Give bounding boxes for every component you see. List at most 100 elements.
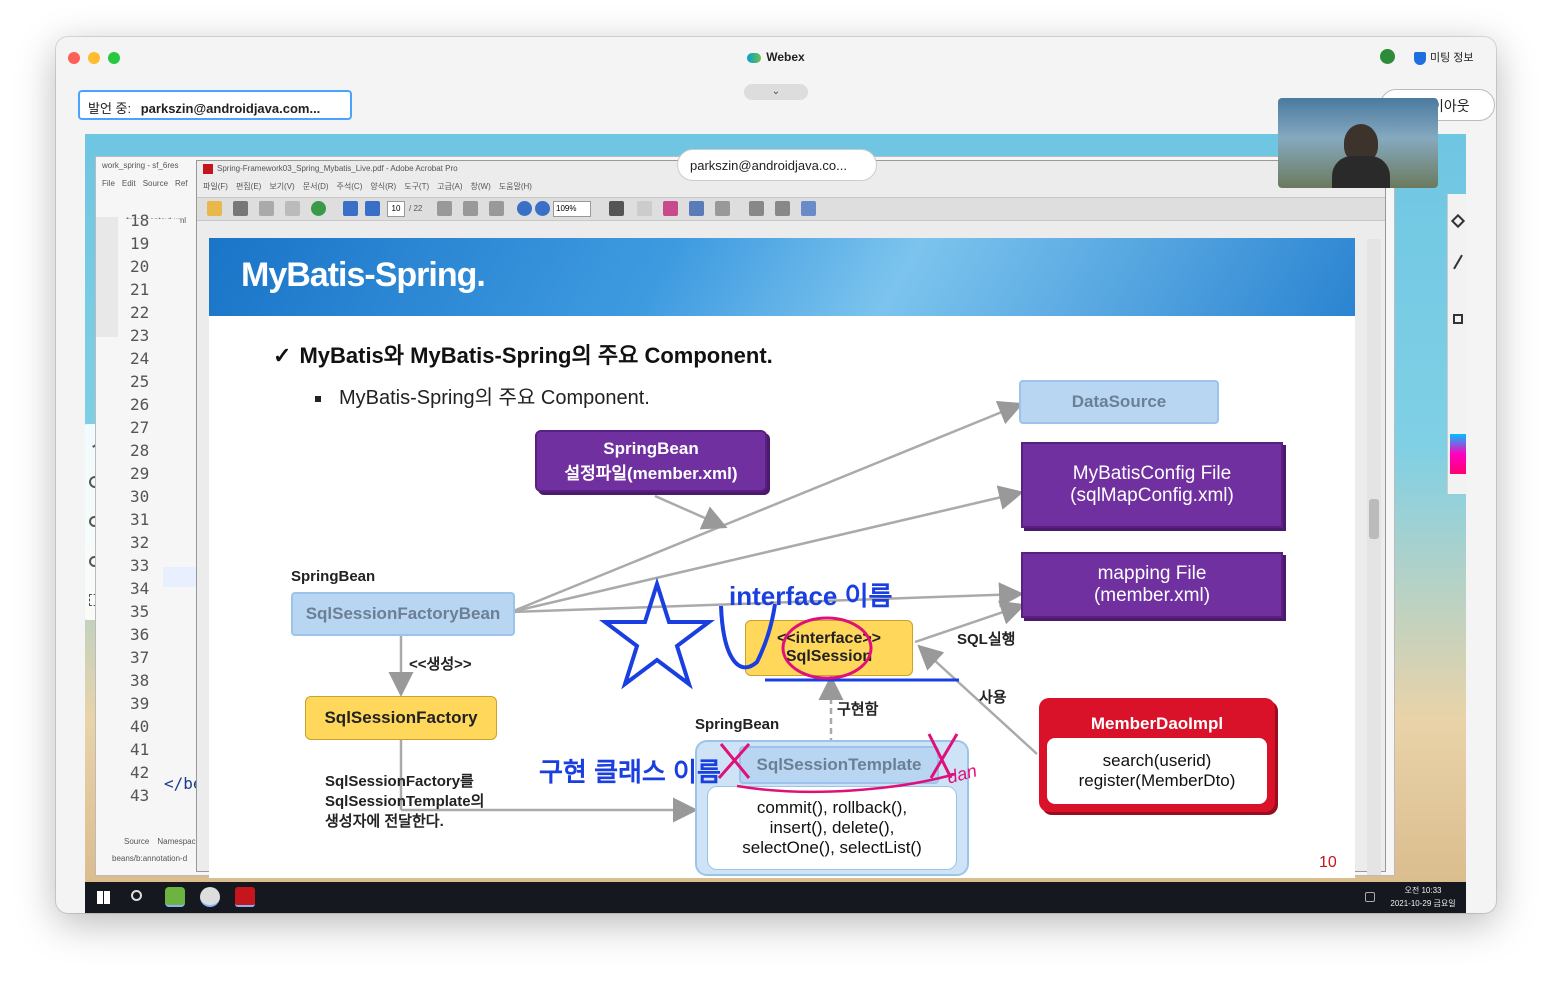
webex-taskbar-icon[interactable] (200, 887, 220, 907)
tab-source[interactable]: Source (124, 837, 149, 846)
line-number: 30 (130, 487, 150, 506)
system-tray-icon[interactable] (1365, 892, 1375, 902)
line-number: 31 (130, 510, 150, 529)
speaker-prefix: 발언 중: (88, 101, 132, 116)
form-edit-icon[interactable] (801, 201, 816, 216)
next-page-icon[interactable] (365, 201, 380, 216)
acrobat-taskbar-icon[interactable] (235, 887, 255, 907)
right-annotation-toolbar (1447, 194, 1466, 494)
taskbar-clock[interactable]: 오전 10:33 2021-10-29 금요일 (1383, 884, 1463, 910)
line-number: 42 (130, 763, 150, 782)
shield-icon (1414, 51, 1426, 65)
crop-icon[interactable] (689, 201, 704, 216)
menu-tools[interactable]: 도구(T) (404, 182, 429, 191)
sqlsessionfactory-box: SqlSessionFactory (305, 696, 497, 740)
sqlsession-box: <<interface>> SqlSession (745, 620, 913, 676)
menu-view[interactable]: 보기(V) (269, 182, 294, 191)
pen-tool-icon[interactable] (1453, 254, 1463, 270)
menu-advanced[interactable]: 고급(A) (437, 182, 462, 191)
line-number-gutter: (function(){ const d = JSON.parse(docume… (120, 211, 180, 831)
springbean-label-1: SpringBean (291, 568, 376, 585)
menu-help[interactable]: 도움말(H) (499, 182, 532, 191)
search-icon[interactable] (131, 890, 142, 901)
hand-tool-icon[interactable] (463, 201, 478, 216)
email-icon[interactable] (285, 201, 300, 216)
ok-stamp-icon[interactable] (637, 201, 652, 216)
open-folder-icon[interactable] (207, 201, 222, 216)
start-button[interactable] (97, 891, 110, 904)
zoom-in-icon[interactable] (535, 201, 550, 216)
line-number: 34 (130, 579, 150, 598)
print-icon[interactable] (233, 201, 248, 216)
line-number: 18 (130, 211, 150, 230)
zoom-level-field[interactable]: 109% (553, 201, 591, 217)
pdf-scrollbar[interactable] (1367, 239, 1381, 875)
page-total: / 22 (409, 204, 423, 213)
pdf-slide: MyBatis-Spring. ✓ MyBatis와 MyBatis-Spring… (209, 238, 1355, 878)
menu-edit[interactable]: 편집(E) (236, 182, 261, 191)
pen-annotation-icon[interactable] (663, 201, 678, 216)
eclipse-status: beans/b:annotation-d (112, 854, 188, 863)
self-view-video[interactable] (1278, 98, 1438, 188)
prev-page-icon[interactable] (343, 201, 358, 216)
sqlsessionfactorybean-box: SqlSessionFactoryBean (291, 592, 515, 636)
pointer-icon[interactable] (609, 201, 624, 216)
share-globe-icon[interactable] (311, 201, 326, 216)
line-number: 24 (130, 349, 150, 368)
annotation-impl-class-name: 구현 클래스 이름 (539, 757, 721, 787)
menu-forms[interactable]: 양식(R) (370, 182, 396, 191)
collapse-toggle[interactable]: ⌄ (744, 84, 808, 100)
line-number: 32 (130, 533, 150, 552)
zoom-out-icon[interactable] (517, 201, 532, 216)
app-title: Webex (56, 50, 1496, 64)
use-label: 사용 (979, 689, 1007, 706)
windows-taskbar: 오전 10:33 2021-10-29 금요일 (85, 882, 1466, 913)
sqlsessiontemplate-box: SqlSessionTemplate (739, 746, 939, 784)
menu-file[interactable]: File (102, 179, 115, 188)
marquee-zoom-icon[interactable] (489, 201, 504, 216)
template-methods-box: commit(), rollback(), insert(), delete(),… (707, 786, 957, 870)
webex-window: Webex 미팅 정보 발언 중: parkszin@androidjava.c… (56, 37, 1496, 913)
acrobat-toolbar: 10 / 22 109% (197, 197, 1385, 221)
scrollbar-thumb[interactable] (1369, 499, 1379, 539)
memberdaoimpl-title: MemberDaoImpl (1090, 714, 1224, 733)
color-picker-icon[interactable] (1450, 434, 1466, 474)
line-number: 29 (130, 464, 150, 483)
menu-source[interactable]: Source (143, 179, 168, 188)
select-cursor-icon[interactable] (437, 201, 452, 216)
active-speaker-indicator[interactable]: 발언 중: parkszin@androidjava.com... (78, 90, 352, 120)
text-box-icon[interactable] (749, 201, 764, 216)
meeting-info-button[interactable]: 미팅 정보 (1414, 49, 1474, 65)
tab-namespaces[interactable]: Namespac (157, 837, 195, 846)
memberdaoimpl-methods: search(userid) register(MemberDto) (1047, 738, 1267, 804)
datasource-box: DataSource (1019, 380, 1219, 424)
line-number: 37 (130, 648, 150, 667)
page-number-input[interactable]: 10 (387, 201, 405, 217)
save-icon[interactable] (259, 201, 274, 216)
menu-refactor[interactable]: Ref (175, 179, 187, 188)
pass-factory-note: SqlSessionFactory를 SqlSessionTemplate의 생성자… (325, 773, 485, 830)
eraser-tool-icon[interactable] (1453, 314, 1463, 324)
webex-logo-icon (747, 52, 762, 63)
presenter-name-badge: parkszin@androidjava.co... (677, 149, 877, 181)
line-number: 19 (130, 234, 150, 253)
line-number: 20 (130, 257, 150, 276)
line-number: 22 (130, 303, 150, 322)
annotation-interface-name: interface 이름 (729, 581, 893, 611)
spring-tool-suite-icon[interactable] (165, 887, 185, 907)
menu-window[interactable]: 창(W) (471, 182, 491, 191)
signal-strength-icon[interactable] (1380, 49, 1395, 64)
attach-icon[interactable] (715, 201, 730, 216)
mybatis-config-box: MyBatisConfig File (sqlMapConfig.xml) (1021, 442, 1283, 528)
line-number: 41 (130, 740, 150, 759)
shared-screen: work_spring - sf_6res File Edit Source Ref … (85, 134, 1466, 913)
menu-edit[interactable]: Edit (122, 179, 136, 188)
speaker-name: parkszin@androidjava.com... (140, 101, 321, 116)
menu-document[interactable]: 문서(D) (303, 182, 329, 191)
menu-comments[interactable]: 주석(C) (337, 182, 363, 191)
insert-page-icon[interactable] (775, 201, 790, 216)
line-number: 33 (130, 556, 150, 575)
acrobat-menu: 파일(F) 편집(E) 보기(V) 문서(D) 주석(C) 양식(R) 도구(T) 고급(A)… (203, 181, 532, 192)
pointer-tool-icon[interactable] (1450, 213, 1466, 229)
menu-file[interactable]: 파일(F) (203, 182, 228, 191)
